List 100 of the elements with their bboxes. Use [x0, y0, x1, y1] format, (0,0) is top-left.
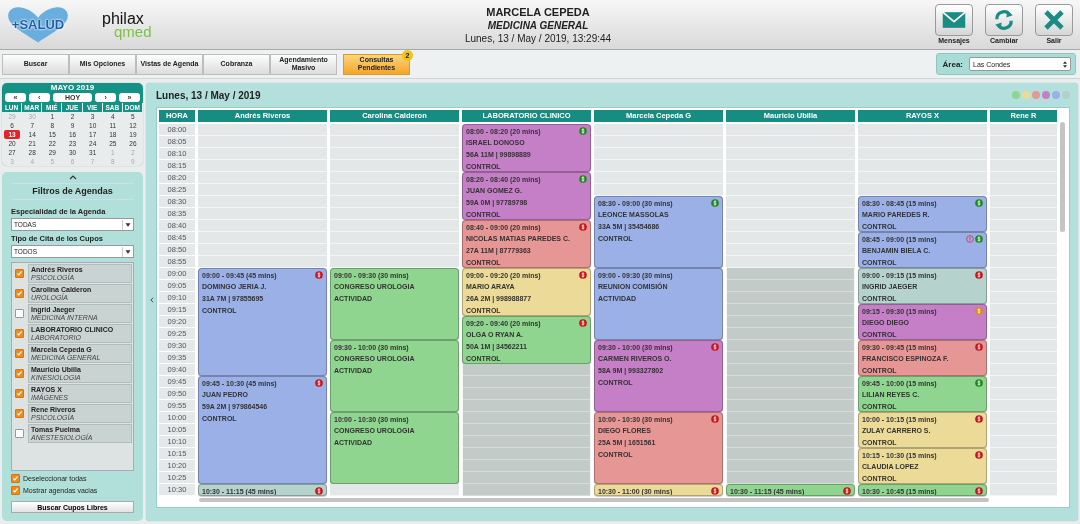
- checkbox[interactable]: [15, 349, 24, 358]
- time-slot[interactable]: [990, 460, 1057, 472]
- time-slot[interactable]: [726, 220, 855, 232]
- time-slot[interactable]: [330, 196, 459, 208]
- checkbox[interactable]: [15, 289, 24, 298]
- time-slot[interactable]: [330, 208, 459, 220]
- time-slot[interactable]: [990, 352, 1057, 364]
- time-slot[interactable]: [198, 220, 327, 232]
- time-slot[interactable]: [726, 232, 855, 244]
- time-slot[interactable]: [198, 172, 327, 184]
- scrollbar-thumb[interactable]: [1060, 122, 1065, 232]
- time-slot[interactable]: [726, 148, 855, 160]
- time-slot[interactable]: [990, 196, 1057, 208]
- time-slot[interactable]: [726, 208, 855, 220]
- time-slot[interactable]: [198, 184, 327, 196]
- checkbox[interactable]: [15, 269, 24, 278]
- time-slot[interactable]: [990, 136, 1057, 148]
- time-slot[interactable]: [990, 208, 1057, 220]
- checkbox[interactable]: [15, 309, 24, 318]
- time-slot[interactable]: [990, 376, 1057, 388]
- time-slot[interactable]: [594, 136, 723, 148]
- time-slot[interactable]: [858, 148, 987, 160]
- time-slot[interactable]: [990, 364, 1057, 376]
- time-slot[interactable]: [594, 172, 723, 184]
- time-slot[interactable]: [990, 412, 1057, 424]
- time-slot[interactable]: [990, 424, 1057, 436]
- checkbox[interactable]: [15, 329, 24, 338]
- time-slot[interactable]: [726, 160, 855, 172]
- time-slot[interactable]: [198, 244, 327, 256]
- time-slot[interactable]: [858, 136, 987, 148]
- time-slot[interactable]: [330, 220, 459, 232]
- time-slot[interactable]: [198, 148, 327, 160]
- time-slot[interactable]: [198, 136, 327, 148]
- time-slot[interactable]: [198, 256, 327, 268]
- time-slot[interactable]: [990, 268, 1057, 280]
- legend-dot[interactable]: [1052, 91, 1060, 99]
- time-slot[interactable]: [990, 232, 1057, 244]
- time-slot[interactable]: [990, 448, 1057, 460]
- time-slot[interactable]: [330, 124, 459, 136]
- time-slot[interactable]: [990, 280, 1057, 292]
- legend-dot[interactable]: [1042, 91, 1050, 99]
- scrollbar-thumb[interactable]: [199, 498, 989, 502]
- time-slot[interactable]: [990, 400, 1057, 412]
- time-slot[interactable]: [198, 208, 327, 220]
- time-slot[interactable]: [726, 184, 855, 196]
- time-slot[interactable]: [990, 184, 1057, 196]
- time-slot[interactable]: [330, 148, 459, 160]
- exit-button[interactable]: [1035, 4, 1073, 36]
- time-slot[interactable]: [330, 184, 459, 196]
- legend-dot[interactable]: [1022, 91, 1030, 99]
- time-slot[interactable]: [594, 160, 723, 172]
- time-slot[interactable]: [858, 124, 987, 136]
- time-slot[interactable]: [726, 124, 855, 136]
- time-slot[interactable]: [330, 172, 459, 184]
- time-slot[interactable]: [990, 172, 1057, 184]
- time-slot[interactable]: [330, 160, 459, 172]
- time-slot[interactable]: [726, 256, 855, 268]
- checkbox[interactable]: [15, 389, 24, 398]
- time-slot[interactable]: [330, 484, 459, 496]
- time-slot[interactable]: [990, 292, 1057, 304]
- legend-dot[interactable]: [1012, 91, 1020, 99]
- time-slot[interactable]: [858, 184, 987, 196]
- time-slot[interactable]: [594, 148, 723, 160]
- time-slot[interactable]: [198, 232, 327, 244]
- time-slot[interactable]: [198, 160, 327, 172]
- checkbox[interactable]: [15, 429, 24, 438]
- time-slot[interactable]: [990, 436, 1057, 448]
- time-slot[interactable]: [198, 124, 327, 136]
- time-slot[interactable]: [990, 148, 1057, 160]
- time-slot[interactable]: [990, 160, 1057, 172]
- time-slot[interactable]: [990, 220, 1057, 232]
- time-slot[interactable]: [990, 124, 1057, 136]
- time-slot[interactable]: [594, 124, 723, 136]
- time-slot[interactable]: [330, 136, 459, 148]
- time-slot[interactable]: [330, 256, 459, 268]
- time-slot[interactable]: [858, 172, 987, 184]
- checkbox[interactable]: [15, 409, 24, 418]
- time-slot[interactable]: [990, 304, 1057, 316]
- time-slot[interactable]: [990, 388, 1057, 400]
- time-slot[interactable]: [990, 316, 1057, 328]
- checkbox[interactable]: [11, 474, 20, 483]
- time-slot[interactable]: [726, 136, 855, 148]
- time-slot[interactable]: [858, 160, 987, 172]
- time-slot[interactable]: [990, 472, 1057, 484]
- time-slot[interactable]: [198, 196, 327, 208]
- time-slot[interactable]: [990, 244, 1057, 256]
- time-slot[interactable]: [726, 196, 855, 208]
- time-slot[interactable]: [990, 484, 1057, 496]
- time-slot[interactable]: [330, 232, 459, 244]
- refresh-button[interactable]: [985, 4, 1023, 36]
- time-slot[interactable]: [726, 244, 855, 256]
- checkbox[interactable]: [15, 369, 24, 378]
- time-slot[interactable]: [990, 340, 1057, 352]
- time-slot[interactable]: [594, 184, 723, 196]
- time-slot[interactable]: [726, 172, 855, 184]
- time-slot[interactable]: [990, 256, 1057, 268]
- collapse-caret-icon[interactable]: [68, 175, 77, 180]
- time-slot[interactable]: [330, 244, 459, 256]
- time-slot[interactable]: [990, 328, 1057, 340]
- legend-dot[interactable]: [1032, 91, 1040, 99]
